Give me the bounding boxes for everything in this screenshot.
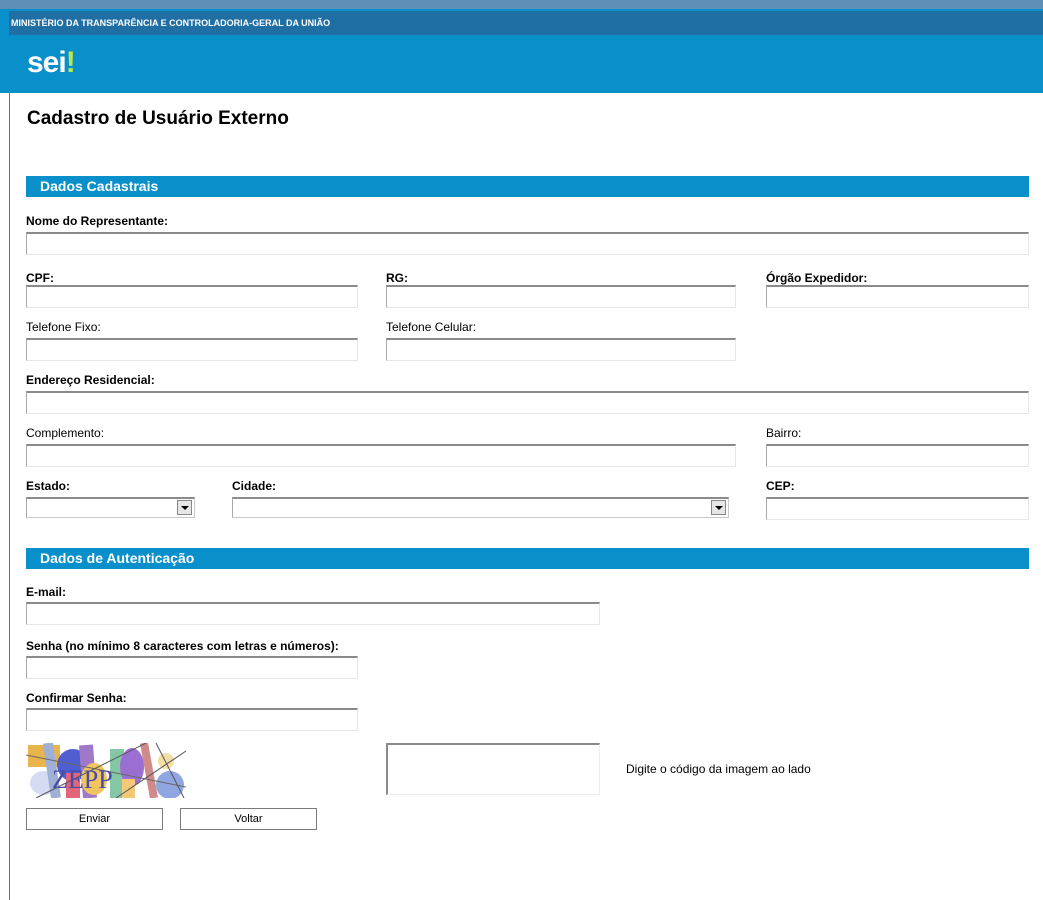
- nome-input[interactable]: [26, 232, 1029, 255]
- orgao-label: Órgão Expedidor:: [766, 271, 868, 285]
- complemento-label: Complemento:: [26, 426, 105, 440]
- captcha-code: ZEPP: [52, 765, 113, 794]
- enviar-button[interactable]: Enviar: [26, 808, 163, 830]
- captcha-hint: Digite o código da imagem ao lado: [626, 762, 811, 776]
- telefone-fixo-input[interactable]: [26, 338, 358, 361]
- captcha-image: ZEPP: [26, 743, 186, 798]
- captcha-graphic: ZEPP: [26, 743, 186, 798]
- captcha-input[interactable]: [386, 743, 600, 795]
- telefone-fixo-label: Telefone Fixo:: [26, 320, 101, 334]
- left-border: [9, 93, 10, 900]
- senha-label: Senha (no mínimo 8 caracteres com letras…: [26, 639, 339, 653]
- cidade-select[interactable]: [232, 497, 729, 518]
- endereco-label: Endereço Residencial:: [26, 373, 155, 387]
- sei-logo[interactable]: sei!: [27, 46, 76, 79]
- header-top-stripe: [0, 0, 1043, 9]
- header-bar: MINISTÉRIO DA TRANSPARÊNCIA E CONTROLADO…: [0, 0, 1043, 93]
- chevron-down-icon[interactable]: [711, 500, 726, 515]
- bairro-label: Bairro:: [766, 426, 802, 440]
- section-dados-autenticacao: Dados de Autenticação: [26, 548, 1029, 569]
- rg-label: RG:: [386, 271, 408, 285]
- cpf-label: CPF:: [26, 271, 54, 285]
- confirmar-senha-input[interactable]: [26, 708, 358, 731]
- rg-input[interactable]: [386, 285, 736, 308]
- chevron-down-icon[interactable]: [177, 500, 192, 515]
- estado-label: Estado:: [26, 479, 71, 493]
- confirmar-senha-label: Confirmar Senha:: [26, 691, 127, 705]
- cpf-input[interactable]: [26, 285, 358, 308]
- logo-mark: !: [65, 46, 76, 79]
- page-title: Cadastro de Usuário Externo: [27, 108, 289, 129]
- telefone-celular-label: Telefone Celular:: [386, 320, 477, 334]
- estado-select[interactable]: [26, 497, 195, 518]
- email-label: E-mail:: [26, 585, 67, 599]
- email-input[interactable]: [26, 602, 600, 625]
- senha-input[interactable]: [26, 656, 358, 679]
- bairro-input[interactable]: [766, 444, 1029, 467]
- telefone-celular-input[interactable]: [386, 338, 736, 361]
- logo-text: sei: [27, 46, 67, 79]
- orgao-input[interactable]: [766, 285, 1029, 308]
- cep-input[interactable]: [766, 497, 1029, 520]
- ministry-banner: MINISTÉRIO DA TRANSPARÊNCIA E CONTROLADO…: [9, 11, 1043, 35]
- section-dados-cadastrais: Dados Cadastrais: [26, 176, 1029, 197]
- cidade-label: Cidade:: [232, 479, 277, 493]
- endereco-input[interactable]: [26, 391, 1029, 414]
- voltar-button[interactable]: Voltar: [180, 808, 317, 830]
- cep-label: CEP:: [766, 479, 795, 493]
- nome-label: Nome do Representante:: [26, 214, 169, 228]
- complemento-input[interactable]: [26, 444, 736, 467]
